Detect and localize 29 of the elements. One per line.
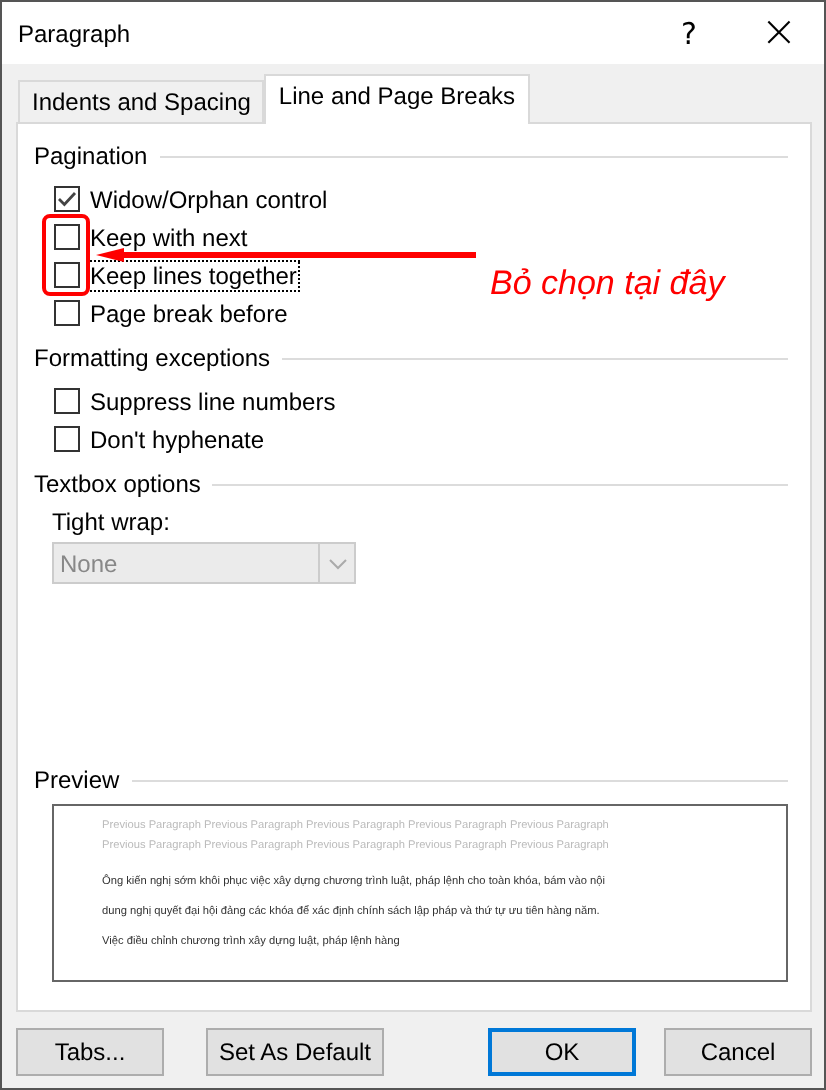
checkbox-label[interactable]: Don't hyphenate (86, 423, 269, 455)
section-title: Preview (34, 766, 120, 794)
checkbox-label[interactable]: Keep lines together (86, 259, 301, 291)
dialog-button[interactable]: Cancel (664, 1028, 812, 1076)
section-title: Textbox options (34, 470, 201, 498)
tab[interactable]: Indents and Spacing (18, 80, 265, 122)
checkbox[interactable] (54, 262, 80, 288)
highlight-rectangle (42, 214, 90, 296)
checkbox[interactable] (54, 224, 80, 250)
checkbox-label[interactable]: Widow/Orphan control (86, 183, 332, 215)
checkbox-label[interactable]: Page break before (86, 297, 292, 329)
checkbox-label[interactable]: Suppress line numbers (86, 385, 340, 417)
window-title: Paragraph (18, 19, 131, 47)
dialog-button[interactable]: Tabs... (16, 1028, 164, 1076)
annotation-text: Bỏ chọn tại đây (490, 264, 725, 304)
tab[interactable]: Line and Page Breaks (264, 74, 530, 124)
checkbox[interactable] (54, 186, 80, 212)
dialog-button[interactable]: OK (488, 1028, 636, 1076)
checkbox[interactable] (54, 388, 80, 414)
checkbox[interactable] (54, 426, 80, 452)
chevron-down-icon (327, 557, 347, 569)
close-button[interactable]: × (734, 2, 824, 64)
checkbox-label[interactable]: Keep with next (86, 221, 252, 253)
section-title: Pagination (34, 142, 148, 170)
dropdown-label: Tight wrap: (52, 508, 172, 536)
section-title: Formatting exceptions (34, 344, 271, 372)
help-button[interactable]: ? (644, 2, 734, 64)
dialog-button[interactable]: Set As Default (206, 1028, 384, 1076)
checkbox[interactable] (54, 300, 80, 326)
